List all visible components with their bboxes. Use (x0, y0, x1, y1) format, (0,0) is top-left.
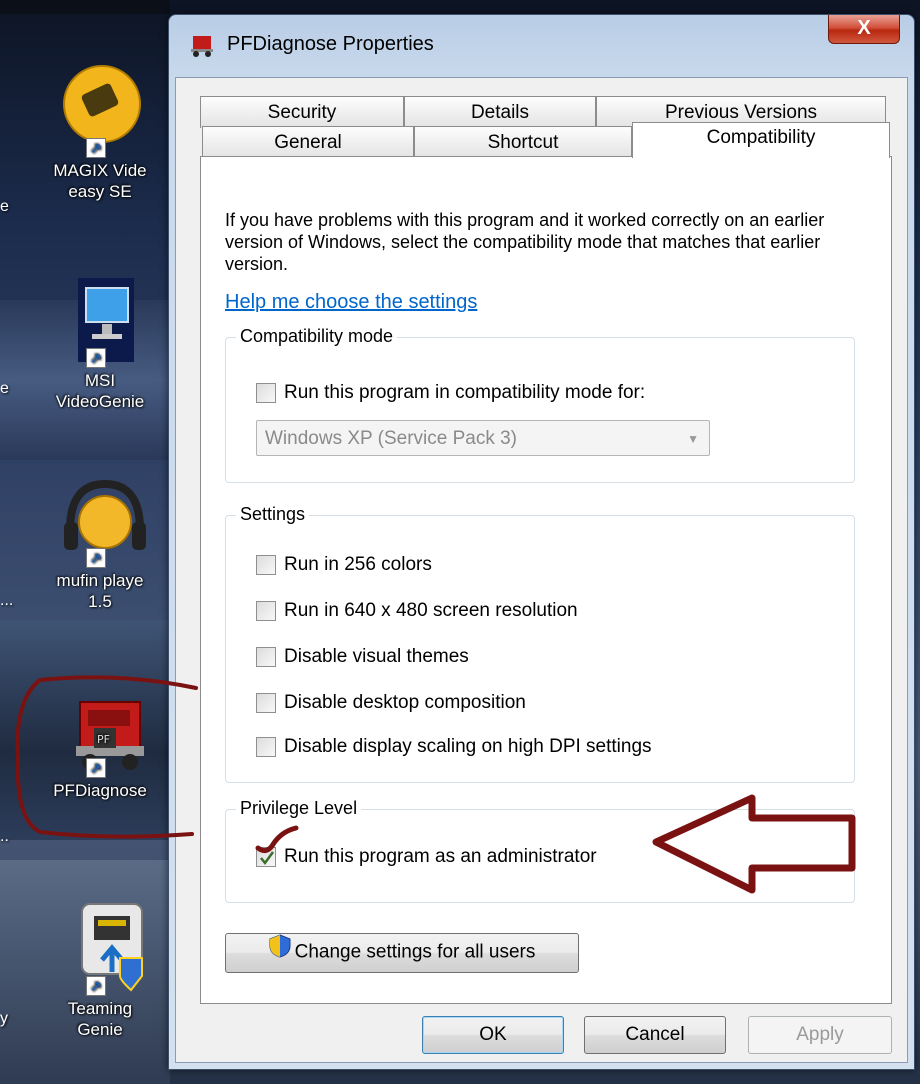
desktop-icon-label: 1.5 (88, 592, 112, 611)
shortcut-arrow-icon: ↗ (86, 758, 106, 778)
intro-text: If you have problems with this program a… (225, 210, 825, 274)
properties-window: PFDiagnose Properties X Security Details… (168, 14, 915, 1070)
tab-compatibility[interactable]: Compatibility (632, 122, 890, 158)
tab-security[interactable]: Security (200, 96, 404, 128)
desktop-icon-label: MAGIX Vide (53, 161, 147, 180)
headphones-icon: ↗ (50, 470, 150, 570)
clipped-label: y (0, 1010, 8, 1027)
setting-256-colors-checkbox[interactable] (256, 555, 276, 575)
change-settings-all-users-button[interactable]: Change settings for all users (225, 933, 579, 973)
shortcut-arrow-icon: ↗ (86, 976, 106, 996)
group-label: Privilege Level (236, 798, 362, 819)
cancel-button[interactable]: Cancel (584, 1016, 726, 1054)
checkbox-label: Disable display scaling on high DPI sett… (284, 736, 652, 757)
checkbox-label: Run in 256 colors (284, 554, 432, 575)
setting-visual-themes-row[interactable]: Disable visual themes (256, 646, 469, 670)
monitor-icon: ↗ (50, 270, 150, 370)
setting-dpi-scaling-checkbox[interactable] (256, 737, 276, 757)
button-label: Change settings for all users (294, 941, 536, 963)
os-version-select[interactable]: Windows XP (Service Pack 3) ▼ (256, 420, 710, 456)
settings-group: Settings Run in 256 colors Run in 640 x … (225, 504, 855, 783)
tab-shortcut[interactable]: Shortcut (414, 126, 632, 158)
shortcut-arrow-icon: ↗ (86, 548, 106, 568)
os-version-value: Windows XP (Service Pack 3) (265, 428, 518, 449)
run-as-admin-row[interactable]: Run this program as an administrator (256, 846, 597, 870)
desktop-icon-teaming-genie[interactable]: ↗ Teaming Genie (30, 898, 170, 1040)
desktop-icon-magix[interactable]: ↗ MAGIX Vide easy SE (30, 60, 170, 202)
dialog-client-area: Security Details Previous Versions Gener… (175, 77, 908, 1063)
network-shield-icon: ↗ (50, 898, 150, 998)
magix-icon: ↗ (50, 60, 150, 160)
checkbox-label: Run in 640 x 480 screen resolution (284, 600, 578, 621)
svg-text:PF: PF (97, 733, 110, 746)
compat-mode-checkbox-row[interactable]: Run this program in compatibility mode f… (256, 382, 645, 406)
checkbox-label: Disable visual themes (284, 646, 469, 667)
desktop-icon-label: MSI (84, 371, 116, 390)
desktop-icon-label: easy SE (68, 182, 132, 201)
desktop-icon-label: VideoGenie (55, 392, 145, 411)
clipped-label: e (0, 380, 9, 397)
desktop-icon-label: mufin playe (56, 571, 144, 590)
desktop: ↗ MAGIX Vide easy SE ↗ MSI VideoGenie ↗ … (0, 0, 170, 1084)
truck-icon: PF ↗ (50, 680, 150, 780)
ok-button[interactable]: OK (422, 1016, 564, 1054)
shortcut-arrow-icon: ↗ (86, 348, 106, 368)
setting-dpi-scaling-row[interactable]: Disable display scaling on high DPI sett… (256, 736, 652, 760)
desktop-icon-mufin-player[interactable]: ↗ mufin playe 1.5 (30, 470, 170, 612)
desktop-icon-label: Genie (77, 1020, 123, 1039)
title-bar[interactable]: PFDiagnose Properties X (169, 15, 914, 77)
tab-details[interactable]: Details (404, 96, 596, 128)
checkbox-label: Run this program in compatibility mode f… (284, 382, 646, 403)
help-link[interactable]: Help me choose the settings (225, 291, 477, 314)
uac-shield-icon (269, 934, 291, 971)
group-label: Settings (236, 504, 310, 525)
chevron-down-icon: ▼ (687, 432, 699, 446)
desktop-icon-label: Teaming (67, 999, 133, 1018)
clipped-label: ... (0, 592, 14, 609)
compat-mode-checkbox[interactable] (256, 383, 276, 403)
scenery-band (0, 0, 170, 14)
desktop-icon-label: PFDiagnose (53, 781, 147, 800)
clipped-label: .. (0, 828, 9, 845)
setting-256-colors-row[interactable]: Run in 256 colors (256, 554, 432, 578)
truck-icon (189, 33, 215, 57)
window-title: PFDiagnose Properties (227, 33, 434, 55)
checkbox-label: Run this program as an administrator (284, 846, 597, 867)
setting-visual-themes-checkbox[interactable] (256, 647, 276, 667)
tab-general[interactable]: General (202, 126, 414, 158)
compatibility-mode-group: Compatibility mode Run this program in c… (225, 326, 855, 483)
checkmark-icon (260, 851, 275, 866)
close-button[interactable]: X (828, 15, 900, 44)
checkbox-label: Disable desktop composition (284, 692, 526, 713)
run-as-admin-checkbox[interactable] (256, 847, 276, 867)
close-icon: X (857, 17, 871, 39)
desktop-icon-msi-videogenie[interactable]: ↗ MSI VideoGenie (30, 270, 170, 412)
privilege-level-group: Privilege Level Run this program as an a… (225, 798, 855, 903)
apply-button[interactable]: Apply (748, 1016, 892, 1054)
compatibility-panel: If you have problems with this program a… (200, 156, 892, 1004)
desktop-icon-pfdiagnose[interactable]: PF ↗ PFDiagnose (30, 680, 170, 801)
setting-640x480-row[interactable]: Run in 640 x 480 screen resolution (256, 600, 578, 624)
clipped-label: e (0, 198, 9, 215)
setting-desktop-composition-row[interactable]: Disable desktop composition (256, 692, 526, 716)
shortcut-arrow-icon: ↗ (86, 138, 106, 158)
setting-640x480-checkbox[interactable] (256, 601, 276, 621)
group-label: Compatibility mode (236, 326, 398, 347)
setting-desktop-composition-checkbox[interactable] (256, 693, 276, 713)
